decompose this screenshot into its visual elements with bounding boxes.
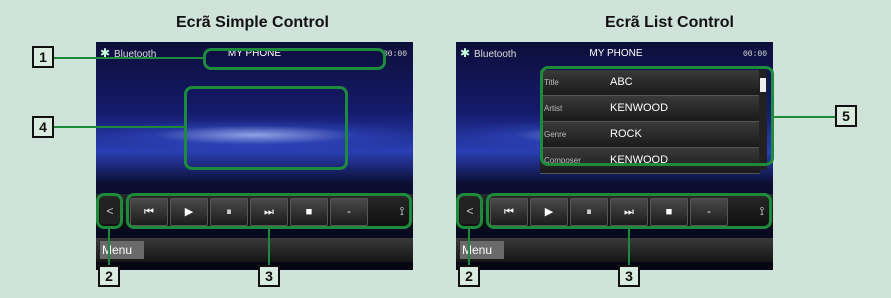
- callout-number-3: 3: [258, 265, 280, 287]
- callout-number-4: 4: [32, 116, 54, 138]
- leader-line: [468, 228, 470, 266]
- list-control-title: Ecrã List Control: [605, 14, 734, 31]
- leader-line: [268, 228, 270, 266]
- menu-button[interactable]: Menu: [100, 241, 144, 259]
- source-label: Bluetooth: [474, 49, 517, 60]
- clock: 00:00: [742, 50, 767, 59]
- callout-number-3: 3: [618, 265, 640, 287]
- menu-button[interactable]: Menu: [460, 241, 504, 259]
- leader-line: [108, 228, 110, 266]
- simple-control-title: Ecrã Simple Control: [176, 14, 329, 31]
- leader-line: [628, 228, 630, 266]
- device-name: MY PHONE: [589, 48, 643, 59]
- callout-box-back: [456, 193, 483, 229]
- callout-number-1: 1: [32, 46, 54, 68]
- callout-box-back: [96, 193, 123, 229]
- callout-number-2: 2: [458, 265, 480, 287]
- leader-line: [54, 126, 185, 128]
- callout-box-controls: [486, 193, 772, 229]
- bluetooth-icon: ✱: [460, 46, 471, 60]
- callout-box-list: [540, 66, 774, 166]
- callout-number-5: 5: [835, 105, 857, 127]
- callout-box-device-name: [203, 48, 386, 70]
- clock: 00:00: [382, 50, 407, 59]
- callout-number-2: 2: [98, 265, 120, 287]
- top-bar: ✱ Bluetooth MY PHONE 00:00: [456, 42, 773, 64]
- leader-line: [773, 116, 836, 118]
- callout-box-controls: [126, 193, 412, 229]
- leader-line: [54, 57, 204, 59]
- callout-box-artwork: [184, 86, 348, 170]
